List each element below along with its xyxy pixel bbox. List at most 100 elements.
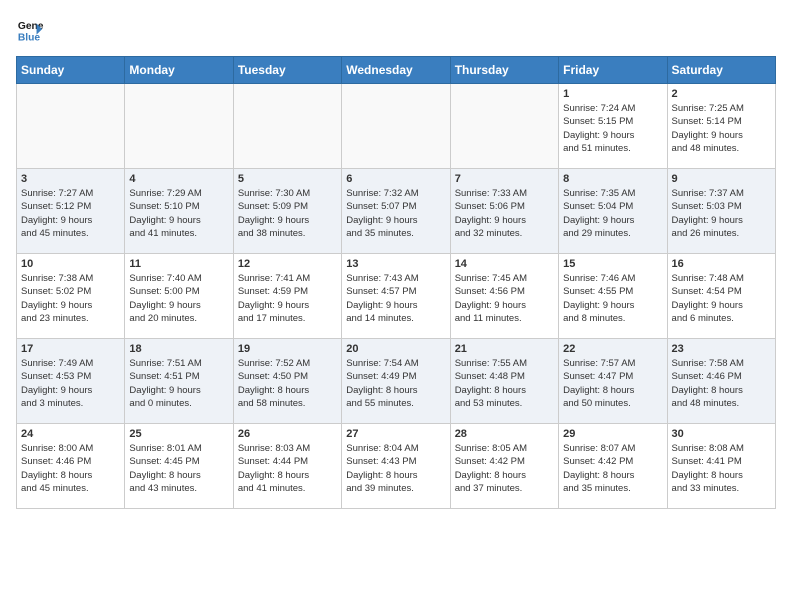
calendar-cell: 9 Sunrise: 7:37 AM Sunset: 5:03 PM Daylig… bbox=[667, 169, 775, 254]
day-info: Sunrise: 7:32 AM Sunset: 5:07 PM Dayligh… bbox=[346, 187, 445, 240]
calendar-cell: 3 Sunrise: 7:27 AM Sunset: 5:12 PM Daylig… bbox=[17, 169, 125, 254]
day-info: Sunrise: 7:58 AM Sunset: 4:46 PM Dayligh… bbox=[672, 357, 771, 410]
calendar-cell: 16 Sunrise: 7:48 AM Sunset: 4:54 PM Dayli… bbox=[667, 254, 775, 339]
day-number: 27 bbox=[346, 428, 445, 440]
day-info: Sunrise: 7:37 AM Sunset: 5:03 PM Dayligh… bbox=[672, 187, 771, 240]
day-number: 5 bbox=[238, 173, 337, 185]
calendar-cell: 28 Sunrise: 8:05 AM Sunset: 4:42 PM Dayli… bbox=[450, 424, 558, 509]
day-number: 9 bbox=[672, 173, 771, 185]
day-number: 18 bbox=[129, 343, 228, 355]
calendar-cell: 1 Sunrise: 7:24 AM Sunset: 5:15 PM Daylig… bbox=[559, 84, 667, 169]
calendar-cell bbox=[125, 84, 233, 169]
weekday-header-saturday: Saturday bbox=[667, 57, 775, 84]
calendar-cell: 13 Sunrise: 7:43 AM Sunset: 4:57 PM Dayli… bbox=[342, 254, 450, 339]
calendar-cell: 21 Sunrise: 7:55 AM Sunset: 4:48 PM Dayli… bbox=[450, 339, 558, 424]
day-number: 2 bbox=[672, 88, 771, 100]
day-info: Sunrise: 7:45 AM Sunset: 4:56 PM Dayligh… bbox=[455, 272, 554, 325]
day-info: Sunrise: 7:24 AM Sunset: 5:15 PM Dayligh… bbox=[563, 102, 662, 155]
day-info: Sunrise: 7:40 AM Sunset: 5:00 PM Dayligh… bbox=[129, 272, 228, 325]
day-info: Sunrise: 8:08 AM Sunset: 4:41 PM Dayligh… bbox=[672, 442, 771, 495]
calendar-cell: 26 Sunrise: 8:03 AM Sunset: 4:44 PM Dayli… bbox=[233, 424, 341, 509]
calendar-cell: 20Sunrise: 7:54 AM Sunset: 4:49 PM Dayli… bbox=[342, 339, 450, 424]
calendar-cell: 29Sunrise: 8:07 AM Sunset: 4:42 PM Dayli… bbox=[559, 424, 667, 509]
weekday-header-tuesday: Tuesday bbox=[233, 57, 341, 84]
calendar-cell bbox=[233, 84, 341, 169]
day-number: 13 bbox=[346, 258, 445, 270]
day-info: Sunrise: 8:03 AM Sunset: 4:44 PM Dayligh… bbox=[238, 442, 337, 495]
day-number: 23 bbox=[672, 343, 771, 355]
day-number: 8 bbox=[563, 173, 662, 185]
day-info: Sunrise: 7:54 AM Sunset: 4:49 PM Dayligh… bbox=[346, 357, 445, 410]
day-info: Sunrise: 7:33 AM Sunset: 5:06 PM Dayligh… bbox=[455, 187, 554, 240]
logo-icon: General Blue bbox=[16, 16, 44, 44]
day-number: 11 bbox=[129, 258, 228, 270]
calendar-cell: 11 Sunrise: 7:40 AM Sunset: 5:00 PM Dayli… bbox=[125, 254, 233, 339]
day-number: 28 bbox=[455, 428, 554, 440]
day-number: 10 bbox=[21, 258, 120, 270]
day-number: 24 bbox=[21, 428, 120, 440]
calendar-cell: 4Sunrise: 7:29 AM Sunset: 5:10 PM Daylig… bbox=[125, 169, 233, 254]
day-info: Sunrise: 7:38 AM Sunset: 5:02 PM Dayligh… bbox=[21, 272, 120, 325]
logo: General Blue bbox=[16, 16, 48, 44]
day-number: 19 bbox=[238, 343, 337, 355]
day-number: 17 bbox=[21, 343, 120, 355]
day-number: 7 bbox=[455, 173, 554, 185]
day-number: 4 bbox=[129, 173, 228, 185]
calendar-cell bbox=[342, 84, 450, 169]
day-number: 15 bbox=[563, 258, 662, 270]
day-info: Sunrise: 8:04 AM Sunset: 4:43 PM Dayligh… bbox=[346, 442, 445, 495]
day-number: 1 bbox=[563, 88, 662, 100]
day-number: 21 bbox=[455, 343, 554, 355]
calendar-cell: 23 Sunrise: 7:58 AM Sunset: 4:46 PM Dayli… bbox=[667, 339, 775, 424]
weekday-header-thursday: Thursday bbox=[450, 57, 558, 84]
header: General Blue bbox=[16, 16, 776, 44]
calendar-cell: 15 Sunrise: 7:46 AM Sunset: 4:55 PM Dayli… bbox=[559, 254, 667, 339]
day-number: 22 bbox=[563, 343, 662, 355]
day-number: 29 bbox=[563, 428, 662, 440]
day-info: Sunrise: 7:57 AM Sunset: 4:47 PM Dayligh… bbox=[563, 357, 662, 410]
calendar-cell: 17 Sunrise: 7:49 AM Sunset: 4:53 PM Dayli… bbox=[17, 339, 125, 424]
calendar-cell: 25 Sunrise: 8:01 AM Sunset: 4:45 PM Dayli… bbox=[125, 424, 233, 509]
day-info: Sunrise: 7:51 AM Sunset: 4:51 PM Dayligh… bbox=[129, 357, 228, 410]
day-info: Sunrise: 7:25 AM Sunset: 5:14 PM Dayligh… bbox=[672, 102, 771, 155]
day-number: 26 bbox=[238, 428, 337, 440]
weekday-header-wednesday: Wednesday bbox=[342, 57, 450, 84]
calendar-cell: 30 Sunrise: 8:08 AM Sunset: 4:41 PM Dayli… bbox=[667, 424, 775, 509]
day-info: Sunrise: 8:05 AM Sunset: 4:42 PM Dayligh… bbox=[455, 442, 554, 495]
day-info: Sunrise: 7:35 AM Sunset: 5:04 PM Dayligh… bbox=[563, 187, 662, 240]
day-info: Sunrise: 7:49 AM Sunset: 4:53 PM Dayligh… bbox=[21, 357, 120, 410]
day-number: 14 bbox=[455, 258, 554, 270]
day-info: Sunrise: 7:46 AM Sunset: 4:55 PM Dayligh… bbox=[563, 272, 662, 325]
day-number: 6 bbox=[346, 173, 445, 185]
calendar-cell: 18 Sunrise: 7:51 AM Sunset: 4:51 PM Dayli… bbox=[125, 339, 233, 424]
day-info: Sunrise: 7:41 AM Sunset: 4:59 PM Dayligh… bbox=[238, 272, 337, 325]
calendar-cell: 19 Sunrise: 7:52 AM Sunset: 4:50 PM Dayli… bbox=[233, 339, 341, 424]
calendar-cell bbox=[450, 84, 558, 169]
day-info: Sunrise: 7:43 AM Sunset: 4:57 PM Dayligh… bbox=[346, 272, 445, 325]
day-number: 30 bbox=[672, 428, 771, 440]
calendar-table: SundayMondayTuesdayWednesdayThursdayFrid… bbox=[16, 56, 776, 509]
calendar-cell: 14 Sunrise: 7:45 AM Sunset: 4:56 PM Dayli… bbox=[450, 254, 558, 339]
weekday-header-friday: Friday bbox=[559, 57, 667, 84]
calendar-cell: 2 Sunrise: 7:25 AM Sunset: 5:14 PM Daylig… bbox=[667, 84, 775, 169]
calendar-cell: 24 Sunrise: 8:00 AM Sunset: 4:46 PM Dayli… bbox=[17, 424, 125, 509]
day-number: 3 bbox=[21, 173, 120, 185]
day-info: Sunrise: 7:55 AM Sunset: 4:48 PM Dayligh… bbox=[455, 357, 554, 410]
weekday-header-monday: Monday bbox=[125, 57, 233, 84]
calendar-cell: 22 Sunrise: 7:57 AM Sunset: 4:47 PM Dayli… bbox=[559, 339, 667, 424]
day-info: Sunrise: 7:52 AM Sunset: 4:50 PM Dayligh… bbox=[238, 357, 337, 410]
day-info: Sunrise: 8:01 AM Sunset: 4:45 PM Dayligh… bbox=[129, 442, 228, 495]
calendar-cell: 27 Sunrise: 8:04 AM Sunset: 4:43 PM Dayli… bbox=[342, 424, 450, 509]
day-number: 12 bbox=[238, 258, 337, 270]
weekday-header-sunday: Sunday bbox=[17, 57, 125, 84]
calendar-cell bbox=[17, 84, 125, 169]
calendar-cell: 12 Sunrise: 7:41 AM Sunset: 4:59 PM Dayli… bbox=[233, 254, 341, 339]
day-number: 16 bbox=[672, 258, 771, 270]
calendar-cell: 6 Sunrise: 7:32 AM Sunset: 5:07 PM Daylig… bbox=[342, 169, 450, 254]
day-number: 25 bbox=[129, 428, 228, 440]
calendar-cell: 5 Sunrise: 7:30 AM Sunset: 5:09 PM Daylig… bbox=[233, 169, 341, 254]
day-info: Sunrise: 7:48 AM Sunset: 4:54 PM Dayligh… bbox=[672, 272, 771, 325]
day-info: Sunrise: 8:00 AM Sunset: 4:46 PM Dayligh… bbox=[21, 442, 120, 495]
day-info: Sunrise: 7:27 AM Sunset: 5:12 PM Dayligh… bbox=[21, 187, 120, 240]
day-info: Sunrise: 7:30 AM Sunset: 5:09 PM Dayligh… bbox=[238, 187, 337, 240]
